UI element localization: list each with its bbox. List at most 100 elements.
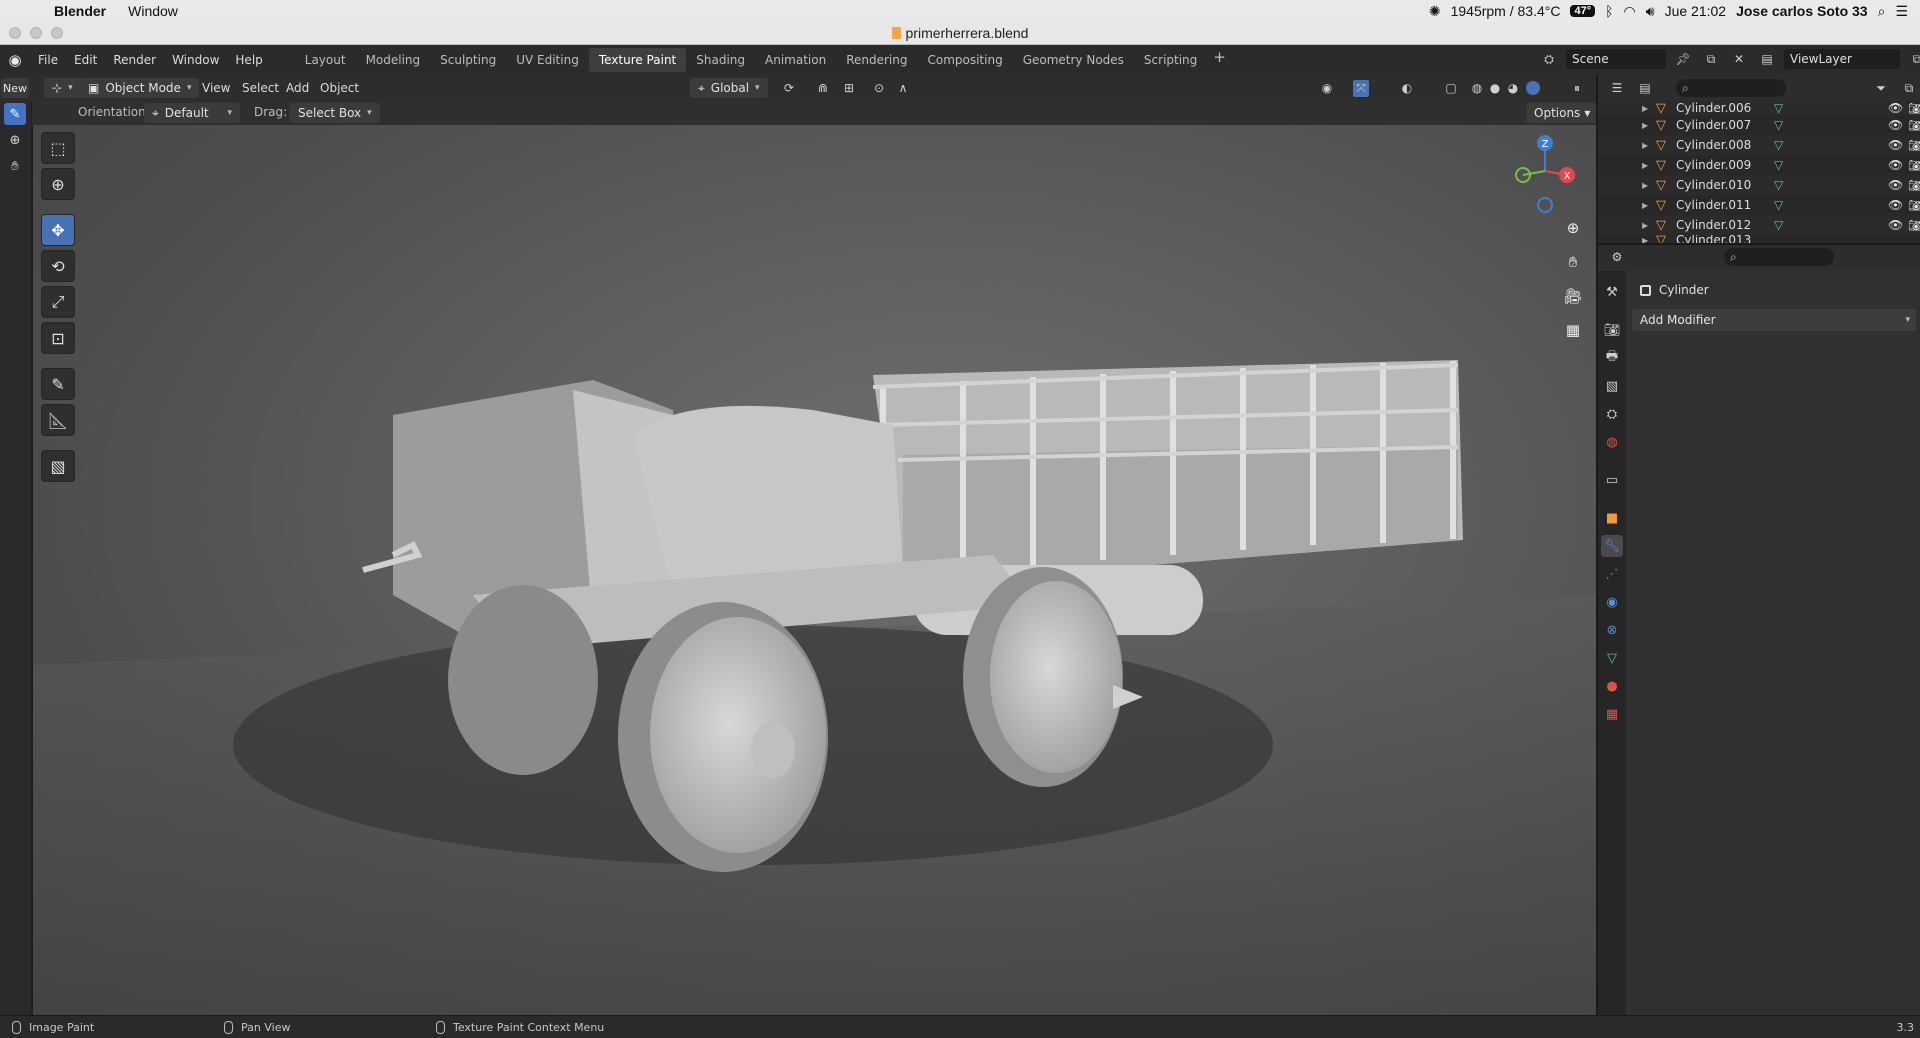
expand-arrow-icon[interactable]: ▶ [1642,121,1656,130]
expand-arrow-icon[interactable]: ▶ [1642,161,1656,170]
user-name[interactable]: Jose carlos Soto 33 [1736,3,1868,19]
menu-help[interactable]: Help [227,50,270,70]
bluetooth-icon[interactable]: ᛒ [1605,3,1613,19]
cursor-tool-icon[interactable]: ⊕ [41,168,75,200]
filter-icon[interactable]: ⏷ [1870,78,1892,98]
tab-rendering[interactable]: Rendering [836,48,917,72]
tool-tab-icon[interactable]: ⚒ [1601,281,1623,303]
outliner-item[interactable]: ▶ ▽ Cylinder.010 ▽ 👁︎ 📷︎ [1598,175,1920,195]
outliner-editor-type-icon[interactable]: ☰ [1606,78,1628,98]
options-dropdown[interactable]: Options ▾ [1526,103,1599,123]
expand-arrow-icon[interactable]: ▶ [1642,221,1656,230]
visibility-eye-icon[interactable]: 👁︎ [1888,101,1903,115]
menu-view[interactable]: View [194,78,238,98]
render-camera-icon[interactable]: 📷︎ [1908,159,1920,172]
delete-scene-icon[interactable]: ✕ [1728,49,1750,69]
perspective-toggle-icon[interactable]: ▦ [1560,317,1586,343]
add-modifier-button[interactable]: Add Modifier ▾ [1632,309,1916,331]
display-mode-icon[interactable]: ▤ [1634,78,1656,98]
pivot-point-icon[interactable]: ⟳ [778,78,800,98]
rotate-tool-icon[interactable]: ⟲ [41,250,75,282]
visibility-eye-icon[interactable]: 👁︎ [1888,118,1903,132]
outliner-item[interactable]: ▶ ▽ Cylinder.006 ▽ 👁︎ 📷︎ [1598,101,1920,115]
new-scene-icon[interactable]: ⧉ [1700,49,1722,69]
visibility-eye-icon[interactable]: 👁︎ [1888,198,1903,212]
spotlight-search-icon[interactable]: ⌕ [1878,3,1886,20]
expand-arrow-icon[interactable]: ▶ [1642,236,1656,244]
shading-rendered-icon[interactable] [1522,78,1544,98]
tab-animation[interactable]: Animation [755,48,836,72]
visibility-eye-icon[interactable]: 👁︎ [1888,138,1903,152]
editor-type-dropdown[interactable]: ⊹ ▾ [44,78,81,98]
xray-icon[interactable]: ▢ [1440,78,1462,98]
navigation-gizmo[interactable]: Z X [1505,133,1585,213]
new-collection-icon[interactable]: ⧉ [1898,78,1920,98]
fan-status[interactable]: 1945rpm / 83.4°C [1451,3,1561,19]
tab-texture-paint[interactable]: Texture Paint [588,48,687,72]
expand-arrow-icon[interactable]: ▶ [1642,181,1656,190]
view-layer-tab-icon[interactable]: ▧ [1601,375,1623,397]
pan-view-icon[interactable]: ✋︎ [1560,249,1586,275]
material-tab-icon[interactable]: ● [1601,675,1623,697]
volume-icon[interactable]: 🔊︎ [1646,3,1655,20]
show-gizmo-icon[interactable]: ⤧ [1350,78,1372,98]
render-camera-icon[interactable]: 📷︎ [1908,139,1920,152]
tab-shading[interactable]: Shading [686,48,755,72]
particles-tab-icon[interactable]: ⋰ [1601,563,1623,585]
zoom-view-icon[interactable]: ⊕ [1560,215,1586,241]
menu-object[interactable]: Object [312,78,367,98]
expand-arrow-icon[interactable]: ▶ [1642,201,1656,210]
snap-target-icon[interactable]: ⊞ [838,78,860,98]
brush-tool-icon[interactable]: ✎ [4,103,26,125]
view-layer-icon[interactable]: ▤ [1756,49,1778,69]
render-tab-icon[interactable]: 📷︎ [1601,319,1623,341]
tab-scripting[interactable]: Scripting [1134,48,1207,72]
pause-render-icon[interactable]: ⏸ [1566,78,1588,98]
texture-tab-icon[interactable]: ▦ [1601,703,1623,725]
outliner-item[interactable]: ▶ ▽ Cylinder.008 ▽ 👁︎ 📷︎ [1598,135,1920,155]
annotate-tool-icon[interactable]: ✎ [41,368,75,400]
properties-search-input[interactable]: ⌕ [1724,248,1834,266]
visibility-icon[interactable]: ◉ [1316,78,1338,98]
gizmo-neg-z-axis[interactable] [1537,197,1553,213]
snap-icon[interactable]: ⋒ [812,78,834,98]
outliner-item[interactable]: ▶ ▽ Cylinder.013 [1598,235,1920,243]
outliner-item[interactable]: ▶ ▽ Cylinder.009 ▽ 👁︎ 📷︎ [1598,155,1920,175]
measure-tool-icon[interactable]: 📐︎ [41,404,75,436]
physics-tab-icon[interactable]: ◉ [1601,591,1623,613]
render-camera-icon[interactable]: 📷︎ [1908,119,1920,132]
proportional-edit-icon[interactable]: ⊙ [868,78,890,98]
world-tab-icon[interactable]: ◍ [1601,431,1623,453]
mesh-data-icon[interactable]: ▽ [1774,198,1783,212]
zoom-icon[interactable]: ⊕ [4,129,26,151]
outliner-item[interactable]: ▶ ▽ Cylinder.011 ▽ 👁︎ 📷︎ [1598,195,1920,215]
mesh-data-icon[interactable]: ▽ [1774,118,1783,132]
view-layer-field[interactable]: ViewLayer [1784,49,1900,69]
scale-tool-icon[interactable]: ⤢ [41,286,75,318]
new-image-button[interactable]: New [1,78,29,98]
mesh-data-icon[interactable]: ▽ [1774,178,1783,192]
modifier-tab-icon[interactable]: 🔧︎ [1601,535,1623,557]
outliner-item[interactable]: ▶ ▽ Cylinder.012 ▽ 👁︎ 📷︎ [1598,215,1920,235]
render-camera-icon[interactable]: 📷︎ [1908,102,1920,115]
data-tab-icon[interactable]: ▽ [1601,647,1623,669]
transform-orientation-dropdown[interactable]: ⌖ Global ▾ [690,78,768,98]
scene-tab-icon[interactable]: ⛭ [1601,403,1623,425]
shading-material-icon[interactable]: ◕ [1502,78,1524,98]
datetime[interactable]: Jue 21:02 [1665,3,1727,19]
add-cube-tool-icon[interactable]: ▧ [41,450,75,482]
mode-dropdown[interactable]: ▣ Object Mode ▾ [80,78,200,98]
drag-dropdown[interactable]: Select Box ▾ [290,103,380,123]
temperature-badge[interactable]: 47° [1570,5,1596,17]
overlays-icon[interactable]: ◐ [1396,78,1418,98]
menu-render[interactable]: Render [105,50,164,70]
select-box-tool-icon[interactable]: ⬚ [41,132,75,164]
tab-modeling[interactable]: Modeling [356,48,431,72]
tab-sculpting[interactable]: Sculpting [430,48,506,72]
mac-menu-window[interactable]: Window [128,3,178,19]
outliner-item[interactable]: ▶ ▽ Cylinder.007 ▽ 👁︎ 📷︎ [1598,115,1920,135]
mesh-data-icon[interactable]: ▽ [1774,138,1783,152]
menu-window[interactable]: Window [164,50,227,70]
menu-file[interactable]: File [30,50,66,70]
tab-uv-editing[interactable]: UV Editing [506,48,589,72]
